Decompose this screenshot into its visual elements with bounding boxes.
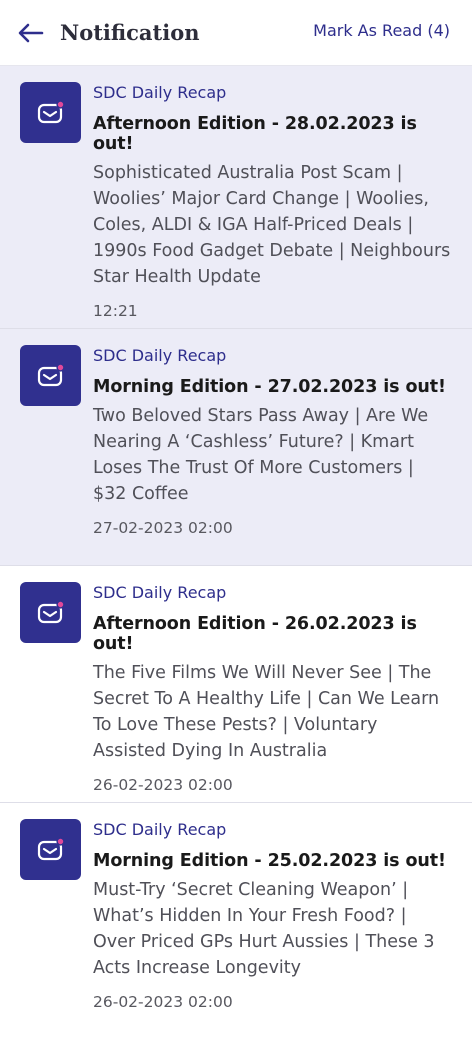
notification-headline: Afternoon Edition - 28.02.2023 is out! [93,114,417,154]
notification-sender: SDC Daily Recap [93,583,227,602]
notification-headline: Morning Edition - 27.02.2023 is out! [93,377,446,397]
notification-time: 26-02-2023 02:00 [93,776,233,794]
mail-notification-icon [37,599,65,623]
notification-item[interactable]: SDC Daily Recap Afternoon Edition - 26.0… [0,566,472,803]
notification-body: The Five Films We Will Never See | The S… [93,663,440,761]
notification-list: SDC Daily Recap Afternoon Edition - 28.0… [0,66,472,1043]
notification-item[interactable]: SDC Daily Recap Afternoon Edition - 28.0… [0,66,472,329]
notification-body: Sophisticated Australia Post Scam | Wool… [93,163,451,287]
notification-sender: SDC Daily Recap [93,346,227,365]
notification-item[interactable]: SDC Daily Recap Morning Edition - 27.02.… [0,329,472,566]
back-button[interactable] [16,18,46,48]
notification-sender: SDC Daily Recap [93,83,227,102]
notification-body: Two Beloved Stars Pass Away | Are We Nea… [93,406,429,504]
notification-time: 26-02-2023 02:00 [93,993,233,1011]
mark-as-read-button[interactable]: Mark As Read (4) [313,21,450,40]
notification-time: 27-02-2023 02:00 [93,519,233,537]
notification-avatar [20,582,81,643]
notification-avatar [20,345,81,406]
notification-headline: Morning Edition - 25.02.2023 is out! [93,851,446,871]
app-header: Notification Mark As Read (4) [0,0,472,66]
notification-sender: SDC Daily Recap [93,820,227,839]
notification-body: Must-Try ‘Secret Cleaning Weapon’ | What… [93,880,435,978]
notification-avatar [20,82,81,143]
notification-item[interactable]: SDC Daily Recap Morning Edition - 25.02.… [0,803,472,1043]
mail-notification-icon [37,836,65,860]
arrow-left-icon [18,23,44,42]
notification-headline: Afternoon Edition - 26.02.2023 is out! [93,614,417,654]
notification-avatar [20,819,81,880]
mail-notification-icon [37,99,65,123]
mail-notification-icon [37,362,65,386]
page-title: Notification [60,20,200,45]
notification-time: 12:21 [93,302,138,320]
